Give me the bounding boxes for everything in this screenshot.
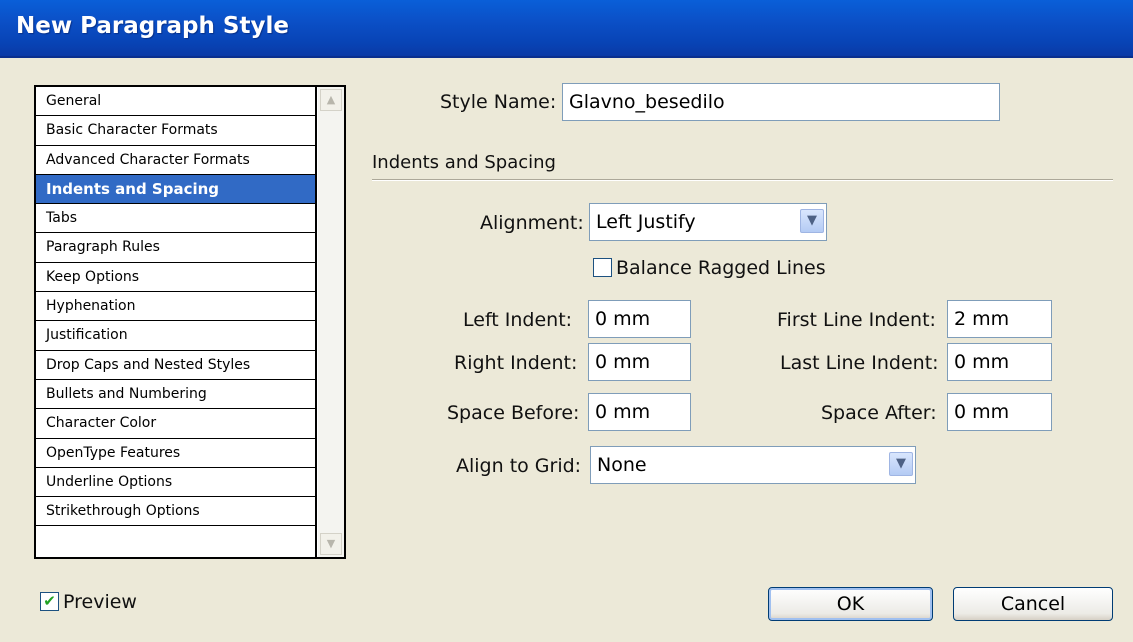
right-indent-input[interactable]: 0 mm	[588, 343, 691, 381]
category-item-keep-options[interactable]: Keep Options	[36, 263, 315, 293]
category-item-strikethrough-options[interactable]: Strikethrough Options	[36, 497, 315, 527]
align-to-grid-value: None	[597, 454, 647, 476]
category-item-bullets-and-numbering[interactable]: Bullets and Numbering	[36, 380, 315, 410]
section-title: Indents and Spacing	[372, 152, 556, 173]
category-item-opentype-features[interactable]: OpenType Features	[36, 439, 315, 468]
right-indent-label: Right Indent:	[454, 352, 578, 374]
chevron-down-icon[interactable]: ▼	[800, 209, 824, 233]
style-name-label: Style Name:	[440, 91, 557, 113]
first-line-indent-label: First Line Indent:	[777, 309, 936, 331]
preview-label: Preview	[63, 591, 137, 613]
preview-checkbox[interactable]: ✔	[40, 592, 59, 611]
category-item-paragraph-rules[interactable]: Paragraph Rules	[36, 233, 315, 263]
category-item-drop-caps[interactable]: Drop Caps and Nested Styles	[36, 351, 315, 380]
category-item-basic-character-formats[interactable]: Basic Character Formats	[36, 116, 315, 146]
category-item-hyphenation[interactable]: Hyphenation	[36, 292, 315, 322]
cancel-button[interactable]: Cancel	[953, 587, 1113, 621]
balance-ragged-lines-checkbox[interactable]	[593, 258, 612, 277]
alignment-select[interactable]: Left Justify ▼	[589, 203, 827, 241]
style-name-input[interactable]: Glavno_besedilo	[562, 83, 1000, 121]
first-line-indent-input[interactable]: 2 mm	[947, 300, 1052, 338]
align-to-grid-select[interactable]: None ▼	[590, 446, 916, 484]
category-scrollbar[interactable]: ▲ ▼	[318, 87, 344, 557]
title-bar: New Paragraph Style	[0, 0, 1133, 58]
category-item-justification[interactable]: Justification	[36, 321, 315, 351]
ok-button[interactable]: OK	[768, 587, 933, 621]
category-items: General Basic Character Formats Advanced…	[36, 87, 317, 557]
alignment-label: Alignment:	[480, 212, 584, 234]
space-before-input[interactable]: 0 mm	[588, 393, 691, 431]
category-item-character-color[interactable]: Character Color	[36, 409, 315, 439]
align-to-grid-label: Align to Grid:	[456, 455, 582, 477]
last-line-indent-input[interactable]: 0 mm	[947, 343, 1052, 381]
window-title: New Paragraph Style	[16, 13, 289, 39]
space-before-label: Space Before:	[447, 402, 580, 424]
scroll-up-icon[interactable]: ▲	[320, 89, 342, 111]
category-item-advanced-character-formats[interactable]: Advanced Character Formats	[36, 146, 315, 175]
left-indent-label: Left Indent:	[463, 309, 573, 331]
category-item-empty	[36, 526, 315, 562]
space-after-input[interactable]: 0 mm	[947, 393, 1052, 431]
scroll-down-icon[interactable]: ▼	[320, 533, 342, 555]
category-item-tabs[interactable]: Tabs	[36, 204, 315, 234]
left-indent-input[interactable]: 0 mm	[588, 300, 691, 338]
balance-ragged-lines-label: Balance Ragged Lines	[616, 257, 826, 279]
chevron-down-icon[interactable]: ▼	[889, 452, 913, 476]
alignment-value: Left Justify	[596, 211, 696, 233]
category-item-indents-and-spacing[interactable]: Indents and Spacing	[36, 174, 315, 205]
space-after-label: Space After:	[821, 402, 937, 424]
category-item-underline-options[interactable]: Underline Options	[36, 468, 315, 498]
last-line-indent-label: Last Line Indent:	[780, 352, 939, 374]
category-list[interactable]: General Basic Character Formats Advanced…	[34, 85, 346, 559]
category-item-general[interactable]: General	[36, 87, 315, 117]
section-divider	[372, 179, 1113, 181]
